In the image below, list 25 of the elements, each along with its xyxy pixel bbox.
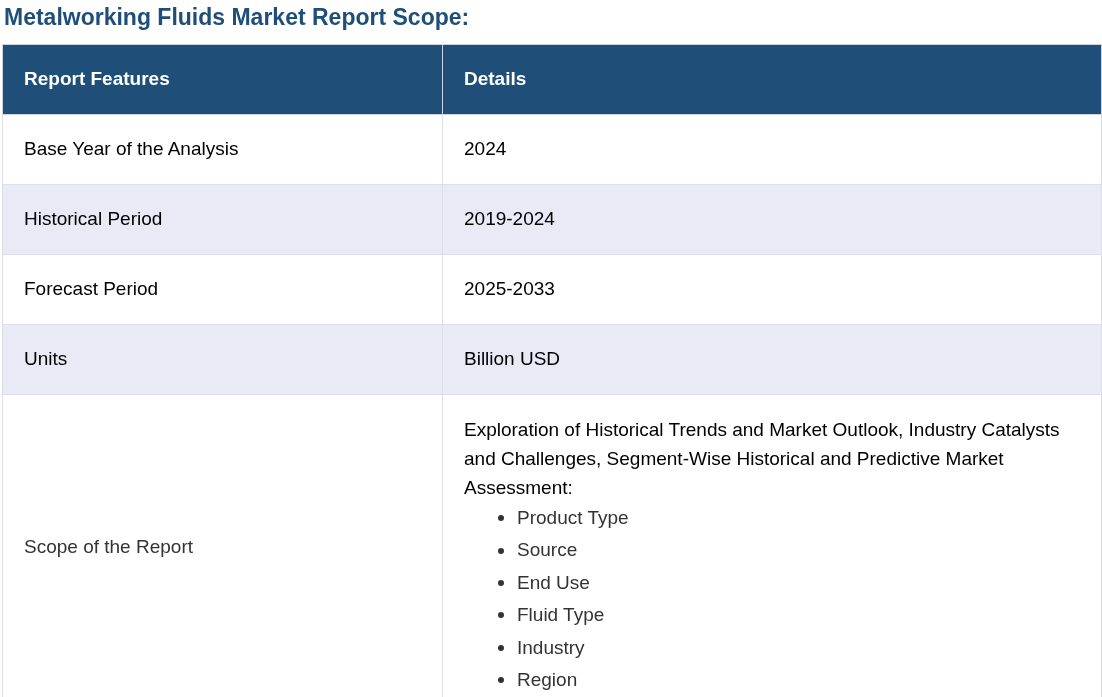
table-cell: Billion USD [442, 324, 1102, 395]
table-cell: Historical Period [2, 184, 443, 255]
section-title: Metalworking Fluids Market Report Scope: [4, 3, 471, 32]
bullet-icon [498, 644, 504, 651]
bullet-icon [498, 547, 504, 554]
list-item: Fluid Type [517, 603, 605, 628]
table-cell: Units [2, 324, 443, 395]
table-cell-text: Exploration of Historical Trends and Market Outlook, Industry Catalysts and Challenges, Segment-Wise Historical and Predictive Market Assessment: [464, 418, 1061, 500]
list-item: Product Type [517, 505, 629, 530]
list-item: End Use [517, 570, 590, 595]
column-header: Details [442, 44, 1102, 115]
list-item: Industry [517, 635, 585, 660]
table-cell: Scope of the Report [2, 394, 443, 697]
bullet-icon [498, 677, 504, 684]
list-item: Region [517, 667, 578, 692]
bullet-icon [498, 579, 504, 586]
table-cell: Base Year of the Analysis [2, 114, 443, 185]
table-cell: Forecast Period [2, 254, 443, 325]
table-cell: 2024 [442, 114, 1102, 185]
list-item: Source [517, 538, 578, 563]
bullet-icon [498, 612, 504, 619]
bullet-icon [498, 515, 504, 522]
column-header: Report Features [2, 44, 443, 115]
table-cell: 2025-2033 [442, 254, 1102, 325]
table-cell: 2019-2024 [442, 184, 1102, 255]
